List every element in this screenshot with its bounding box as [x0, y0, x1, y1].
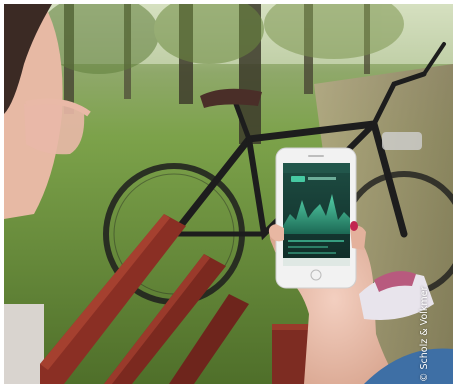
photo-credit: © Scholz & Volkmer — [419, 286, 430, 382]
park-scene-illustration — [4, 4, 453, 384]
bicycle-light — [382, 132, 422, 150]
smartphone — [275, 147, 357, 289]
person-shoulder — [4, 304, 44, 384]
photo — [4, 4, 453, 384]
nail-polish — [350, 221, 358, 231]
